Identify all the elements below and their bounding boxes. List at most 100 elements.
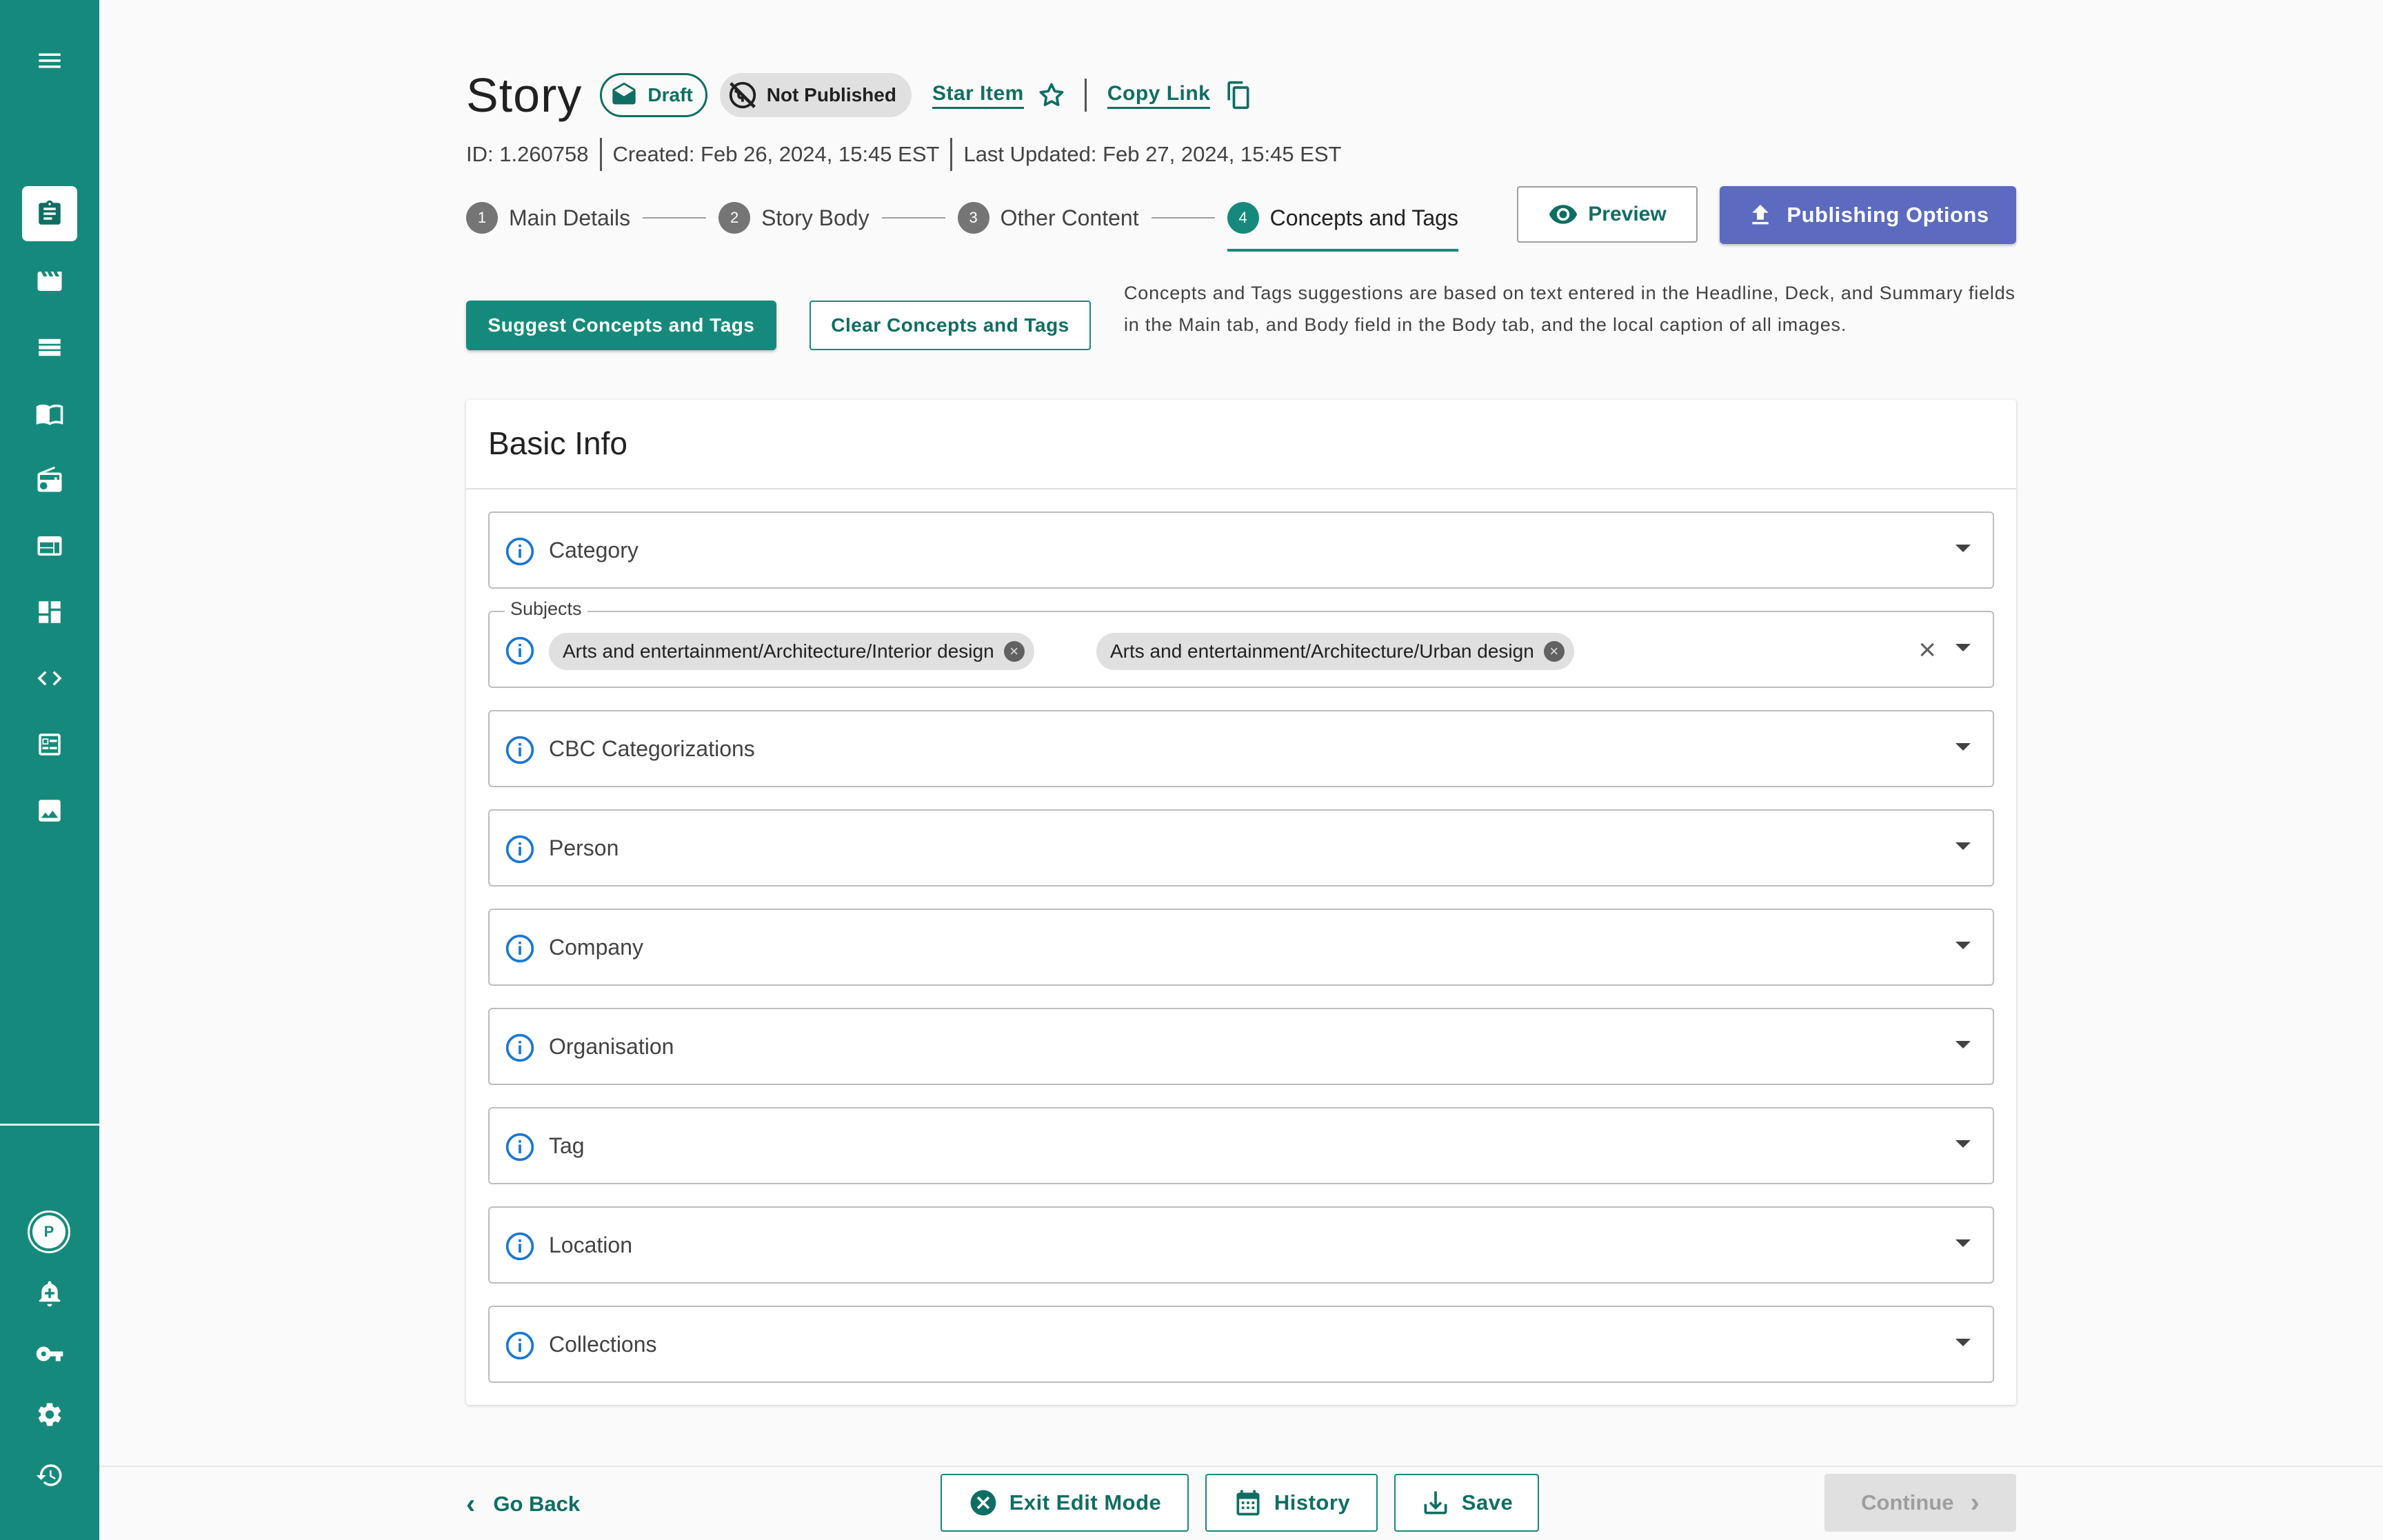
sidebar: P — [0, 0, 99, 1540]
subject-chip[interactable]: Arts and entertainment/Architecture/Inte… — [549, 633, 1034, 670]
publishing-options-button[interactable]: Publishing Options — [1720, 186, 2016, 244]
clear-icon[interactable]: × — [1918, 633, 1936, 667]
arrow-drop-down-icon[interactable] — [1955, 942, 1971, 949]
avatar[interactable]: P — [28, 1210, 70, 1253]
meta-row: ID: 1.260758 Created: Feb 26, 2024, 15:4… — [466, 135, 1342, 174]
web-icon[interactable] — [22, 518, 77, 574]
arrow-drop-down-icon[interactable] — [1955, 743, 1971, 751]
divider — [1084, 79, 1087, 112]
add-alert-icon[interactable] — [22, 1266, 77, 1321]
arrow-drop-down-icon[interactable] — [1955, 1339, 1971, 1346]
subjects-select[interactable]: Subjects Arts and entertainment/Architec… — [488, 598, 1994, 688]
book-icon[interactable] — [22, 386, 77, 441]
list-icon[interactable] — [22, 320, 77, 375]
preview-button[interactable]: Preview — [1517, 186, 1698, 243]
radio-icon[interactable] — [22, 452, 77, 507]
info-icon[interactable] — [505, 933, 535, 964]
chip-label: Arts and entertainment/Architecture/Urba… — [1110, 640, 1534, 662]
info-icon[interactable] — [505, 1231, 535, 1262]
company-select[interactable]: Company — [488, 909, 1994, 986]
location-select[interactable]: Location — [488, 1206, 1994, 1284]
go-back-button[interactable]: ‹ Go Back — [466, 1482, 580, 1526]
subject-chip[interactable]: Arts and entertainment/Architecture/Urba… — [1096, 633, 1574, 670]
gear-icon[interactable] — [22, 1387, 77, 1442]
page-title: Story — [466, 68, 583, 122]
info-icon[interactable] — [505, 1033, 535, 1063]
arrow-drop-down-icon[interactable] — [1955, 842, 1971, 850]
publishing-label: Publishing Options — [1787, 203, 1989, 227]
key-icon[interactable] — [22, 1326, 77, 1381]
not-published-label: Not Published — [766, 84, 896, 105]
step-connector — [881, 217, 945, 219]
copy-link[interactable]: Copy Link — [1107, 82, 1211, 109]
info-icon[interactable] — [505, 735, 535, 765]
chip-remove-icon[interactable]: × — [1543, 641, 1565, 662]
basic-info-card: Basic Info Category Subjects Arts and en… — [466, 400, 2016, 1405]
field-label: Collections — [549, 1331, 657, 1357]
cbc-categorizations-select[interactable]: CBC Categorizations — [488, 710, 1994, 787]
field-legend: Subjects — [505, 598, 587, 620]
step-story-body[interactable]: 2 Story Body — [718, 202, 869, 234]
arrow-drop-down-icon[interactable] — [1955, 1041, 1971, 1048]
code-icon[interactable] — [22, 651, 77, 706]
dashboard-icon[interactable] — [22, 585, 77, 640]
chevron-left-icon: ‹ — [466, 1488, 476, 1519]
copy-icon[interactable] — [1223, 80, 1253, 110]
stepper: 1 Main Details 2 Story Body 3 Other Cont… — [466, 193, 1459, 252]
drafts-icon — [612, 82, 636, 105]
exit-edit-mode-button[interactable]: Exit Edit Mode — [941, 1474, 1189, 1532]
info-icon[interactable] — [505, 1132, 535, 1162]
movie-icon[interactable] — [22, 254, 77, 309]
arrow-drop-down-icon[interactable] — [1955, 545, 1971, 552]
step-other-content[interactable]: 3 Other Content — [957, 202, 1139, 234]
form-icon[interactable] — [22, 717, 77, 772]
arrow-drop-down-icon[interactable] — [1955, 644, 1971, 651]
divider — [466, 488, 2016, 489]
cancel-icon — [970, 1490, 996, 1516]
info-icon[interactable] — [505, 536, 535, 567]
star-outline-icon[interactable] — [1036, 80, 1067, 110]
chip-label: Arts and entertainment/Architecture/Inte… — [563, 640, 994, 662]
step-number: 4 — [1227, 202, 1259, 234]
organisation-select[interactable]: Organisation — [488, 1008, 1994, 1085]
step-concepts-and-tags[interactable]: 4 Concepts and Tags — [1227, 202, 1459, 252]
suggest-concepts-button[interactable]: Suggest Concepts and Tags — [466, 301, 776, 350]
sidebar-divider — [0, 1124, 99, 1126]
collections-select[interactable]: Collections — [488, 1306, 1994, 1383]
continue-button[interactable]: Continue › — [1824, 1474, 2016, 1532]
continue-label: Continue — [1861, 1490, 1954, 1514]
menu-icon[interactable] — [22, 33, 77, 88]
draft-label: Draft — [647, 84, 693, 105]
info-icon[interactable] — [505, 834, 535, 864]
clear-concepts-button[interactable]: Clear Concepts and Tags — [810, 301, 1091, 350]
chip-remove-icon[interactable]: × — [1003, 641, 1025, 662]
arrow-drop-down-icon[interactable] — [1955, 1239, 1971, 1247]
item-id: ID: 1.260758 — [466, 142, 589, 166]
history-label: History — [1274, 1490, 1351, 1514]
star-item-link[interactable]: Star Item — [932, 82, 1024, 109]
step-label: Story Body — [761, 205, 869, 230]
history-icon[interactable] — [22, 1448, 77, 1503]
history-button[interactable]: History — [1205, 1474, 1378, 1532]
exit-edit-mode-label: Exit Edit Mode — [1009, 1490, 1162, 1514]
save-label: Save — [1461, 1490, 1514, 1514]
draft-status-chip: Draft — [600, 73, 707, 117]
tag-select[interactable]: Tag — [488, 1107, 1994, 1184]
field-label: Company — [549, 934, 643, 960]
step-number: 1 — [466, 202, 498, 234]
info-icon[interactable] — [505, 1330, 535, 1361]
category-select[interactable]: Category — [488, 511, 1994, 589]
step-label: Other Content — [1000, 205, 1139, 230]
field-label: Tag — [549, 1133, 585, 1158]
person-select[interactable]: Person — [488, 809, 1994, 886]
download-icon — [1424, 1491, 1447, 1514]
arrow-drop-down-icon[interactable] — [1955, 1140, 1971, 1148]
step-connector — [643, 217, 707, 219]
info-icon[interactable] — [505, 636, 535, 666]
step-main-details[interactable]: 1 Main Details — [466, 202, 630, 234]
title-row: Story Draft Not Published Star Item Copy… — [466, 63, 1253, 127]
image-icon[interactable] — [22, 783, 77, 838]
clipboard-icon[interactable] — [22, 186, 77, 241]
save-button[interactable]: Save — [1394, 1474, 1539, 1532]
preview-label: Preview — [1588, 203, 1667, 225]
